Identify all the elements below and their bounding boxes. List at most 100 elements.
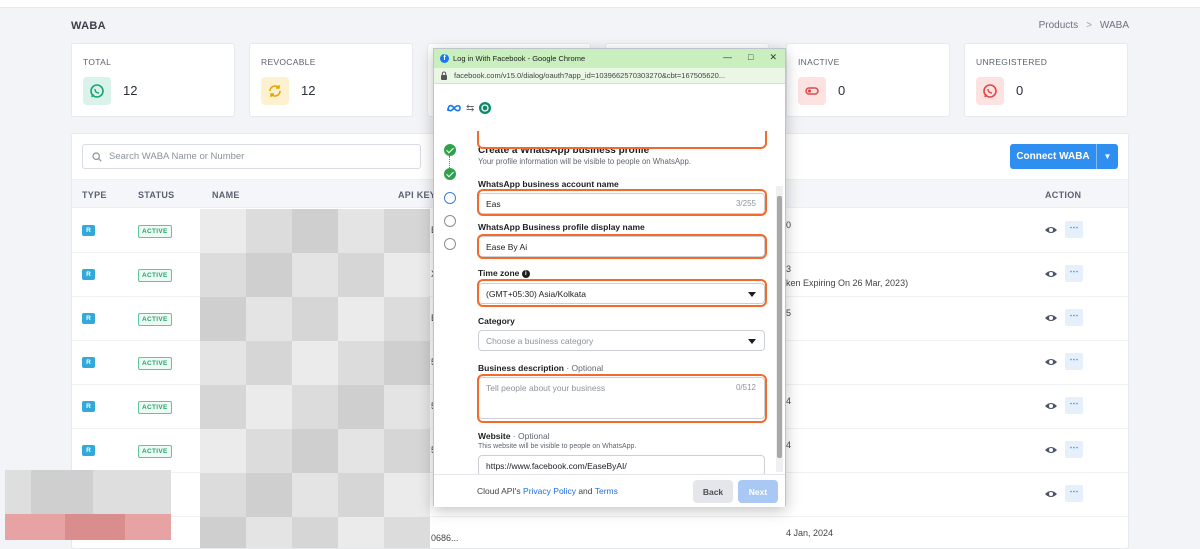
meta-icon [447,104,461,112]
popup-window-title: Log in With Facebook - Google Chrome [453,54,586,63]
stat-card-inactive: INACTIVE 0 [786,43,950,117]
redacted-name [200,209,430,253]
type-badge: R [82,269,95,280]
website-label: Website · Optional [478,431,550,441]
back-button[interactable]: Back [693,480,733,503]
more-options-button[interactable]: ⋯ [1065,353,1083,370]
eye-icon[interactable] [1044,267,1058,281]
type-badge: R [82,357,95,368]
highlight-annotation [477,279,767,307]
redacted-name [200,253,430,297]
chevron-down-icon[interactable]: ▼ [1096,144,1118,169]
eye-icon[interactable] [1044,487,1058,501]
website-hint: This website will be visible to people o… [478,443,637,450]
page-title: WABA [71,20,106,32]
status-badge: ACTIVE [138,225,172,238]
stat-card-total: TOTAL 12 [71,43,235,117]
search-icon [92,151,102,162]
eye-icon[interactable] [1044,399,1058,413]
stat-value: 12 [301,83,316,98]
lock-icon [441,71,447,80]
account-name-label: WhatsApp business account name [478,179,619,189]
status-badge: ACTIVE [138,313,172,326]
redacted-name [200,341,430,385]
redacted-name [200,385,430,429]
breadcrumb-products[interactable]: Products [1039,20,1078,31]
eye-icon[interactable] [1044,223,1058,237]
type-badge: R [82,401,95,412]
status-badge: ACTIVE [138,401,172,414]
whatsapp-icon [976,77,1004,105]
breadcrumb: Products > WABA [1039,20,1129,31]
facebook-icon: f [440,54,449,63]
stat-value: 0 [1016,83,1024,98]
more-options-button[interactable]: ⋯ [1065,485,1083,502]
step-done-icon [444,168,456,180]
col-name: NAME [212,190,240,200]
stat-label: INACTIVE [798,57,840,67]
row-detail: 3 ken Expiring On 26 Mar, 2023) [786,264,909,288]
whatsapp-icon [83,77,111,105]
form-subheading: Your profile information will be visible… [478,157,691,166]
more-options-button[interactable]: ⋯ [1065,265,1083,282]
more-options-button[interactable]: ⋯ [1065,309,1083,326]
more-options-button[interactable]: ⋯ [1065,221,1083,238]
more-options-button[interactable]: ⋯ [1065,441,1083,458]
popup-titlebar: f Log in With Facebook - Google Chrome —… [434,49,785,68]
sync-icon [261,77,289,105]
close-icon[interactable]: ✕ [769,52,777,63]
scrollbar-thumb[interactable] [777,196,782,458]
category-select[interactable]: Choose a business category [478,330,765,351]
stat-label: TOTAL [83,57,112,67]
connect-waba-button[interactable]: Connect WABA ▼ [1010,144,1118,169]
privacy-policy-link[interactable]: Privacy Policy [523,486,576,496]
api-key-partial: 0686... [431,533,459,543]
next-button[interactable]: Next [738,480,778,503]
popup-scrollbar[interactable] [776,186,783,472]
maximize-icon[interactable]: □ [748,52,753,63]
minimize-icon[interactable]: — [723,52,732,63]
chevron-down-icon [748,339,756,344]
search-input[interactable] [109,151,409,162]
step-connector [449,156,451,168]
top-bar [0,0,1200,8]
breadcrumb-waba: WABA [1099,20,1129,31]
redacted-name [200,473,430,517]
stat-card-revocable: REVOCABLE 12 [249,43,413,117]
step-todo-icon [444,238,456,250]
facebook-login-popup: f Log in With Facebook - Google Chrome —… [433,48,786,507]
type-badge: R [82,313,95,324]
terms-link[interactable]: Terms [595,486,618,496]
row-detail: 0 [786,220,792,230]
redacted-name [200,429,430,473]
highlight-annotation [477,189,767,216]
website-value: https://www.facebook.com/EaseByAI/ [486,461,627,471]
connect-waba-label[interactable]: Connect WABA [1010,144,1096,169]
row-detail: 4 [786,396,792,406]
category-placeholder: Choose a business category [486,336,594,346]
search-box[interactable] [82,144,421,169]
col-action: ACTION [1045,190,1082,200]
website-field[interactable]: https://www.facebook.com/EaseByAI/ [478,455,765,474]
redacted-overlay [5,470,171,542]
eye-icon[interactable] [1044,311,1058,325]
stat-card-unregistered: UNREGISTERED 0 [964,43,1128,117]
popup-urlbar: facebook.com/v15.0/dialog/oauth?app_id=1… [434,68,785,84]
row-detail: 5 [786,308,792,318]
toggle-off-icon [798,77,826,105]
col-status: STATUS [138,190,175,200]
stat-label: UNREGISTERED [976,57,1048,67]
step-current-icon [444,192,456,204]
eye-icon[interactable] [1044,443,1058,457]
business-profile-form: Create a WhatsApp business profile Your … [477,131,767,474]
type-badge: R [82,445,95,456]
step-todo-icon [444,215,456,227]
eye-icon[interactable] [1044,355,1058,369]
footer-text: Cloud API's Privacy Policy and Terms [477,486,618,496]
redacted-name [200,517,430,548]
row-detail: 4 [786,440,792,450]
timezone-label: Time zone i [478,268,530,278]
table-row: 0686... 4 Jan, 2024 [72,517,1128,548]
info-icon: i [521,269,530,278]
more-options-button[interactable]: ⋯ [1065,397,1083,414]
